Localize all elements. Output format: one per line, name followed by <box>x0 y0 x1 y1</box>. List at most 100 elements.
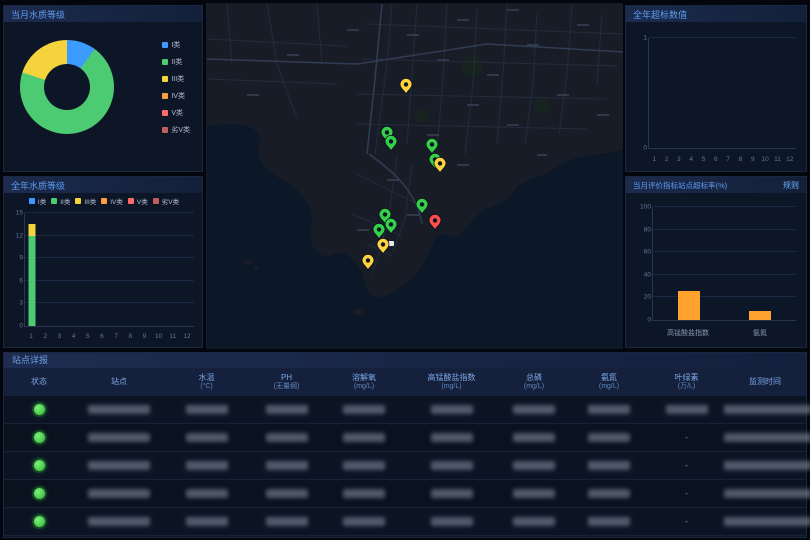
column-header: 状态 <box>4 377 74 387</box>
redacted-value <box>186 405 228 414</box>
legend-item[interactable]: 劣V类 <box>162 125 190 135</box>
value-cell: - <box>649 424 724 451</box>
rule-link[interactable]: 规则 <box>783 180 799 191</box>
column-unit: (万/L) <box>649 383 724 392</box>
bar-6[interactable] <box>99 213 106 326</box>
legend-item[interactable]: III类 <box>162 74 190 84</box>
status-cell <box>4 452 74 479</box>
bar-9[interactable] <box>141 213 148 326</box>
bar-1[interactable] <box>29 213 36 326</box>
redacted-cell <box>74 396 164 423</box>
bar-11[interactable] <box>169 213 176 326</box>
legend-item[interactable]: V类 <box>162 108 190 118</box>
table-row[interactable]: - <box>4 452 806 480</box>
table-row[interactable]: - <box>4 508 806 536</box>
legend-item[interactable]: I类 <box>162 40 190 50</box>
x-tick-label: 11 <box>771 156 783 163</box>
bar-5[interactable] <box>85 213 92 326</box>
redacted-cell <box>499 508 569 535</box>
panel-station-table: 站点详报 状态站点水温(°C)PH(无量纲)溶解氧(mg/L)高锰酸盐指数(mg… <box>3 352 807 538</box>
redacted-value <box>266 517 308 526</box>
station-map[interactable] <box>206 3 622 348</box>
redacted-value <box>343 461 385 470</box>
legend-swatch <box>162 59 168 65</box>
bar-12[interactable] <box>183 213 190 326</box>
yearly-grade-x-axis: 123456789101112 <box>24 333 194 340</box>
redacted-value <box>513 489 555 498</box>
redacted-cell <box>164 424 249 451</box>
map-islet <box>253 266 259 270</box>
bar-4[interactable] <box>71 213 78 326</box>
legend-item[interactable]: II类 <box>162 57 190 67</box>
legend-item[interactable]: V类 <box>128 196 148 206</box>
bar-segment <box>678 291 700 320</box>
redacted-cell <box>724 396 810 423</box>
status-cell <box>4 508 74 535</box>
legend-label: V类 <box>171 108 183 118</box>
redacted-value <box>343 433 385 442</box>
column-unit: (mg/L) <box>404 383 499 392</box>
legend-swatch <box>153 198 159 204</box>
y-tick-label: 100 <box>637 204 651 211</box>
bar-7[interactable] <box>113 213 120 326</box>
table-row[interactable] <box>4 396 806 424</box>
redacted-value <box>724 461 810 470</box>
redacted-cell <box>74 452 164 479</box>
bar-8[interactable] <box>127 213 134 326</box>
bar-segment <box>29 224 36 235</box>
table-row[interactable]: - <box>4 424 806 452</box>
redacted-cell <box>74 508 164 535</box>
legend-item[interactable]: IV类 <box>162 91 190 101</box>
redacted-value <box>266 433 308 442</box>
redacted-cell <box>74 480 164 507</box>
redacted-value <box>266 405 308 414</box>
legend-label: III类 <box>171 74 184 84</box>
value-cell: - <box>649 508 724 535</box>
legend-swatch <box>162 76 168 82</box>
yearly-exceed-chart[interactable]: 01 <box>648 38 796 149</box>
y-tick-label: 12 <box>9 232 23 239</box>
redacted-cell <box>569 480 649 507</box>
legend-item[interactable]: IV类 <box>101 196 123 206</box>
bar-2[interactable] <box>43 213 50 326</box>
redacted-value <box>431 489 473 498</box>
redacted-value <box>88 405 150 414</box>
gridline <box>653 274 796 275</box>
legend-item[interactable]: II类 <box>51 196 70 206</box>
redacted-cell <box>499 480 569 507</box>
bar-高锰酸盐指数[interactable] <box>678 207 700 320</box>
legend-swatch <box>162 127 168 133</box>
redacted-value <box>88 517 150 526</box>
legend-item[interactable]: 劣V类 <box>153 196 179 206</box>
map-islet <box>353 309 365 316</box>
redacted-cell <box>569 452 649 479</box>
station-table-body: ---- <box>4 396 806 536</box>
y-tick-label: 0 <box>637 317 651 324</box>
redacted-value <box>588 461 630 470</box>
redacted-value <box>588 433 630 442</box>
bar-氨氮[interactable] <box>749 207 771 320</box>
redacted-cell <box>249 480 324 507</box>
bar-3[interactable] <box>57 213 64 326</box>
redacted-value <box>666 405 708 414</box>
legend-item[interactable]: I类 <box>29 196 46 206</box>
legend-item[interactable]: III类 <box>75 196 96 206</box>
redacted-value <box>724 489 810 498</box>
redacted-cell <box>324 480 404 507</box>
bar-segment <box>749 311 771 320</box>
y-tick-label: 0 <box>9 323 23 330</box>
exceed-rate-bar-chart[interactable]: 020406080100 <box>652 207 796 321</box>
x-tick-label: 高锰酸盐指数 <box>652 328 724 338</box>
bar-10[interactable] <box>155 213 162 326</box>
redacted-cell <box>164 452 249 479</box>
redacted-cell <box>164 508 249 535</box>
redacted-value <box>588 405 630 414</box>
table-row[interactable]: - <box>4 480 806 508</box>
yearly-grade-bar-chart[interactable]: 03691215 <box>24 213 194 327</box>
y-tick-label: 0 <box>633 145 647 152</box>
redacted-cell <box>164 480 249 507</box>
monthly-grade-donut-chart[interactable] <box>20 40 114 134</box>
redacted-cell <box>324 508 404 535</box>
legend-swatch <box>101 198 107 204</box>
redacted-value <box>513 461 555 470</box>
